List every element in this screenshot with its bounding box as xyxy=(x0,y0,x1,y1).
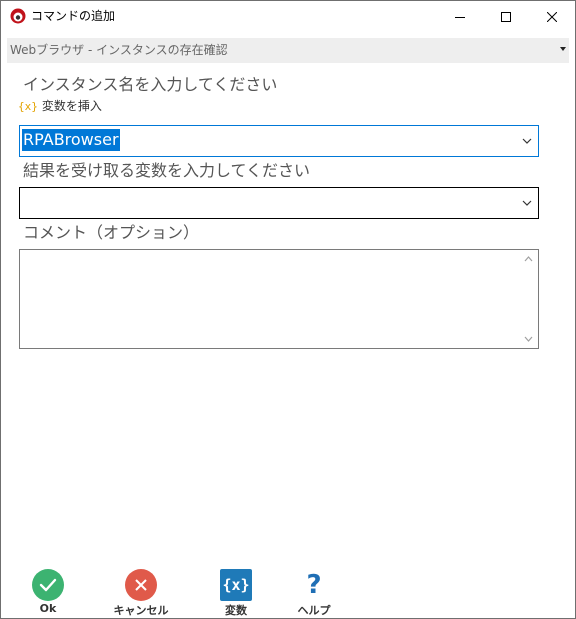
variables-button-label: 変数 xyxy=(225,604,247,617)
comment-textarea[interactable] xyxy=(19,249,539,349)
insert-variable-link[interactable]: {x} 変数を挿入 xyxy=(18,98,102,114)
chevron-down-icon[interactable] xyxy=(522,199,532,207)
dropdown-arrow-icon xyxy=(560,47,566,51)
insert-variable-label: 変数を挿入 xyxy=(41,99,102,113)
result-variable-label: 結果を受け取る変数を入力してください xyxy=(23,161,311,180)
instance-name-value: RPABrowser xyxy=(22,129,120,151)
variables-icon: {x} xyxy=(220,569,252,601)
scroll-down-icon[interactable] xyxy=(524,336,533,342)
comment-label: コメント（オプション） xyxy=(23,223,200,242)
chevron-down-icon[interactable] xyxy=(522,137,532,145)
help-button[interactable]: ? ヘルプ xyxy=(292,569,336,618)
cancel-button[interactable]: キャンセル xyxy=(106,569,176,618)
instance-name-label: インスタンス名を入力してください xyxy=(23,75,278,94)
result-variable-combobox[interactable] xyxy=(19,187,539,219)
command-selector-value: Webブラウザ - インスタンスの存在確認 xyxy=(10,43,228,57)
command-selector-dropdown[interactable]: Webブラウザ - インスタンスの存在確認 xyxy=(7,38,569,63)
ok-button-label: Ok xyxy=(39,602,57,615)
window-title: コマンドの追加 xyxy=(31,9,116,23)
scroll-up-icon[interactable] xyxy=(524,256,533,262)
minimize-button[interactable] xyxy=(437,1,483,32)
app-icon xyxy=(10,8,26,24)
title-bar: コマンドの追加 xyxy=(1,1,575,32)
help-icon: ? xyxy=(306,570,322,600)
add-command-dialog: コマンドの追加 Webブラウザ - インスタンスの存在確認 インスタンス名を入力… xyxy=(0,0,576,619)
cancel-x-icon xyxy=(125,569,157,601)
variables-button[interactable]: {x} 変数 xyxy=(215,569,257,618)
close-button[interactable] xyxy=(529,1,575,32)
maximize-button[interactable] xyxy=(483,1,529,32)
instance-name-combobox[interactable]: RPABrowser xyxy=(19,125,539,157)
maximize-icon xyxy=(501,11,511,22)
cancel-button-label: キャンセル xyxy=(113,604,169,617)
ok-button[interactable]: Ok xyxy=(27,569,69,615)
close-icon xyxy=(547,11,557,22)
variable-icon: {x} xyxy=(18,100,38,113)
minimize-icon xyxy=(455,16,465,18)
check-icon xyxy=(32,569,64,601)
help-button-label: ヘルプ xyxy=(297,604,331,617)
